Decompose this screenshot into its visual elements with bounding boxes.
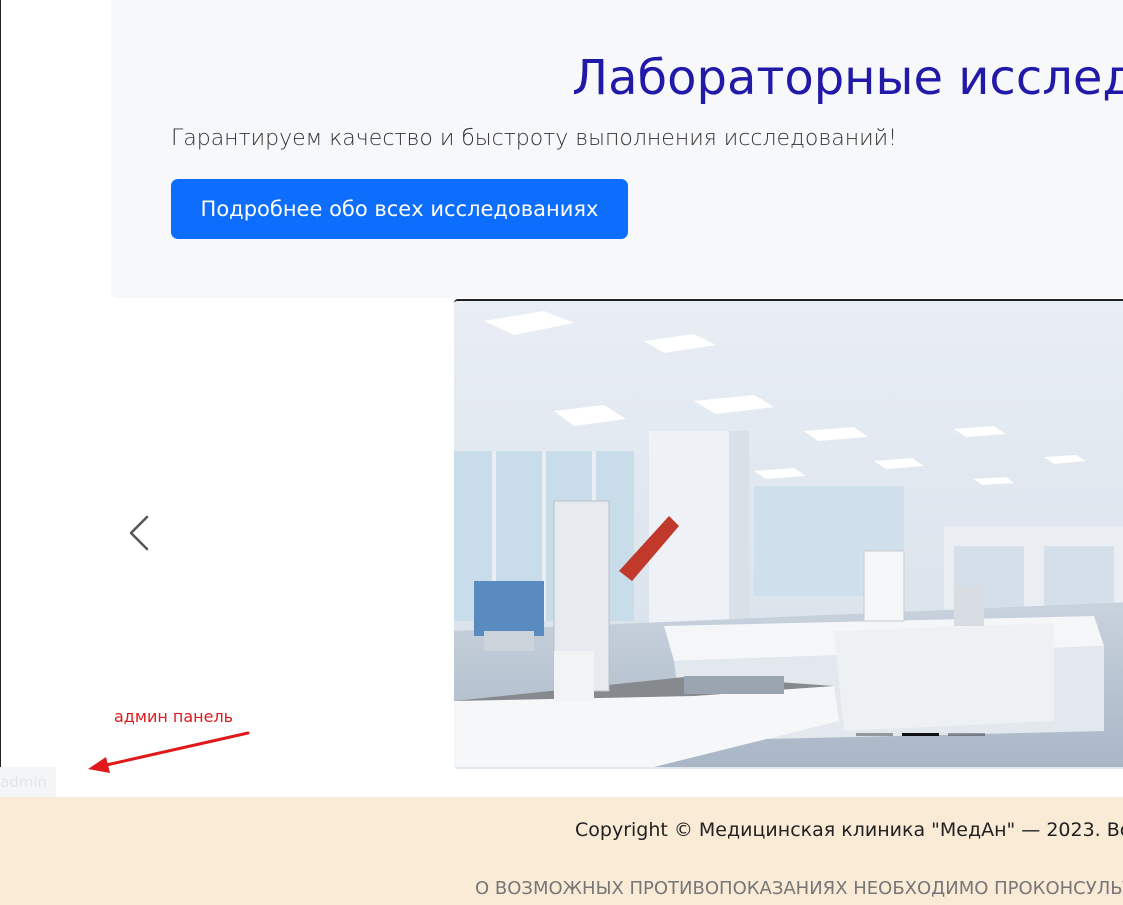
footer-disclaimer: О ВОЗМОЖНЫХ ПРОТИВОПОКАЗАНИЯХ НЕОБХОДИМО… [475,878,1123,899]
carousel-indicators [856,733,985,736]
all-studies-button[interactable]: Подробнее обо всех исследованиях [171,179,628,239]
footer: Copyright © Медицинская клиника "МедАн" … [0,797,1123,905]
annotation-arrow-icon [88,731,250,773]
footer-copyright: Copyright © Медицинская клиника "МедАн" … [575,819,1123,841]
chevron-left-icon [129,515,149,551]
hero-subtitle: Гарантируем качество и быстроту выполнен… [171,126,897,151]
hero-title: Лабораторные исследования [572,50,1123,106]
carousel-slide-image [454,299,1123,769]
carousel-indicator[interactable] [948,733,985,736]
carousel-prev-button[interactable] [113,493,163,573]
admin-panel-link[interactable]: admin [0,767,56,797]
hero-section: Лабораторные исследования Гарантируем ка… [111,0,1123,298]
page: Лабораторные исследования Гарантируем ка… [0,0,1123,905]
annotation-label: админ панель [114,707,234,726]
carousel-indicator-active[interactable] [902,733,939,736]
laboratory-photo [454,301,1123,767]
carousel-indicator[interactable] [856,733,893,736]
